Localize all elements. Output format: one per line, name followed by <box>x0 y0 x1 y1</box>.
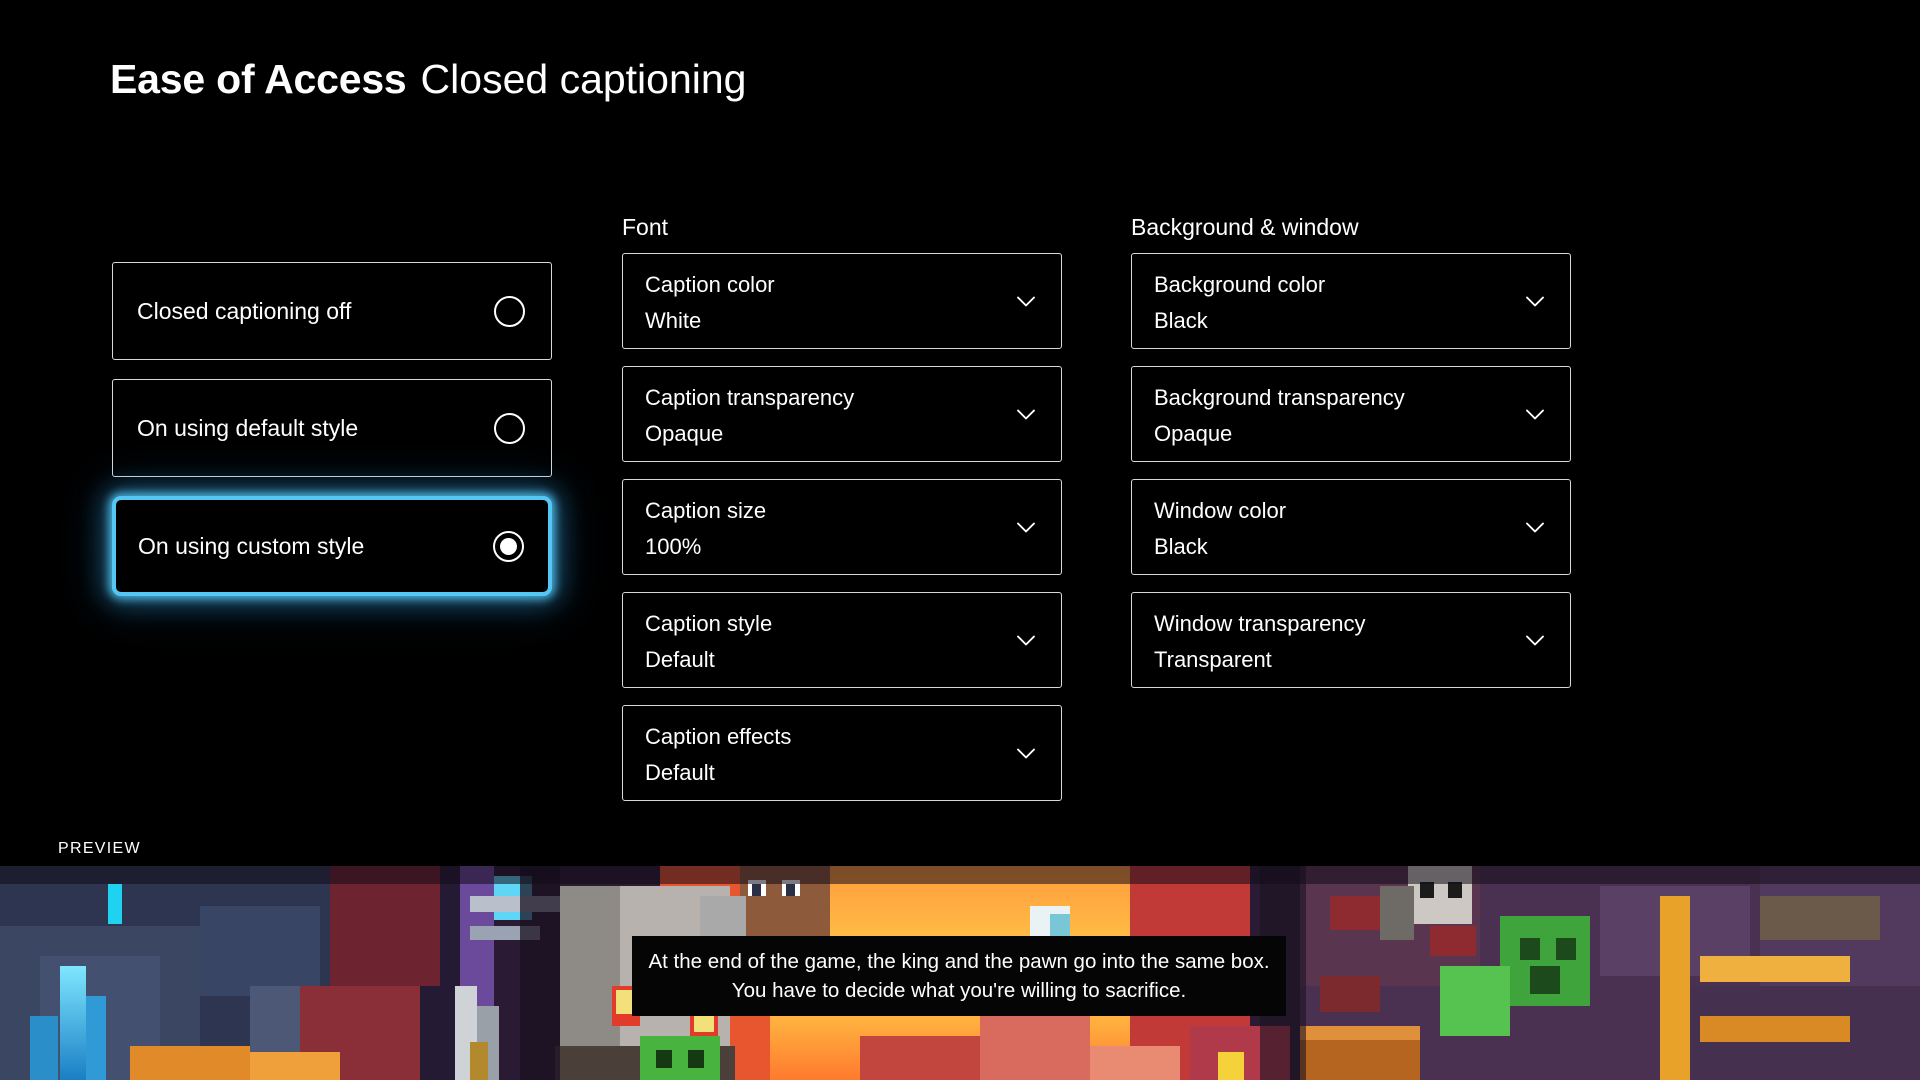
background-window-settings-column: Background & window Background color Bla… <box>1131 214 1571 705</box>
dropdown-background-transparency[interactable]: Background transparency Opaque <box>1131 366 1571 463</box>
dropdown-value: Opaque <box>1154 420 1233 446</box>
dropdown-value: Black <box>1154 307 1208 333</box>
background-group-title: Background & window <box>1131 214 1359 240</box>
dropdown-window-color[interactable]: Window color Black <box>1131 479 1571 576</box>
dropdown-window-transparency[interactable]: Window transparency Transparent <box>1131 592 1571 689</box>
dropdown-label: Caption style <box>645 611 773 637</box>
dropdown-value: Default <box>645 646 715 672</box>
dropdown-label: Caption effects <box>645 724 792 750</box>
dropdown-label: Caption transparency <box>645 385 855 411</box>
dropdown-label: Caption color <box>645 272 775 298</box>
dropdown-background-color[interactable]: Background color Black <box>1131 253 1571 350</box>
closed-captioning-settings-screen: Ease of Access Closed captioning Closed … <box>0 0 1920 1080</box>
dropdown-label: Window transparency <box>1154 611 1366 637</box>
radio-button-icon[interactable] <box>494 412 525 444</box>
radio-button-icon[interactable] <box>494 295 525 327</box>
dropdown-caption-style[interactable]: Caption style Default <box>622 592 1062 689</box>
radio-option-label: On using default style <box>137 414 359 441</box>
dropdown-value: White <box>645 307 702 333</box>
dropdown-label: Background color <box>1154 272 1326 298</box>
radio-option-closed-captioning-off[interactable]: Closed captioning off <box>112 262 552 360</box>
font-group-title: Font <box>622 214 669 240</box>
radio-option-on-default-style[interactable]: On using default style <box>112 379 552 477</box>
dropdown-value: Opaque <box>645 420 724 446</box>
font-settings-column: Font Caption color White Caption transpa… <box>622 214 1062 818</box>
caption-line-1: At the end of the game, the king and the… <box>648 949 1270 973</box>
dropdown-value: Black <box>1154 533 1208 559</box>
radio-option-label: Closed captioning off <box>137 297 352 324</box>
radio-option-on-custom-style[interactable]: On using custom style <box>112 496 552 596</box>
dropdown-label: Background transparency <box>1154 385 1405 411</box>
dropdown-value: 100% <box>645 533 702 559</box>
dropdown-label: Caption size <box>645 498 767 524</box>
page-title: Closed captioning <box>420 56 747 102</box>
dropdown-label: Window color <box>1154 498 1287 524</box>
caption-preview-box: At the end of the game, the king and the… <box>632 936 1286 1016</box>
dropdown-value: Default <box>645 759 715 785</box>
radio-option-label: On using custom style <box>138 532 365 559</box>
caption-line-2: You have to decide what you're willing t… <box>731 979 1187 1002</box>
app-section-title: Ease of Access <box>110 56 407 102</box>
dropdown-caption-effects[interactable]: Caption effects Default <box>622 705 1062 802</box>
dropdown-value: Transparent <box>1154 646 1272 672</box>
dropdown-caption-size[interactable]: Caption size 100% <box>622 479 1062 576</box>
radio-button-selected-icon[interactable] <box>493 530 524 562</box>
page-header: Ease of Access Closed captioning <box>110 56 747 103</box>
dropdown-caption-transparency[interactable]: Caption transparency Opaque <box>622 366 1062 463</box>
dropdown-caption-color[interactable]: Caption color White <box>622 253 1062 350</box>
caption-mode-radio-group: Closed captioning off On using default s… <box>112 262 552 615</box>
preview-section-label: PREVIEW <box>58 840 141 857</box>
